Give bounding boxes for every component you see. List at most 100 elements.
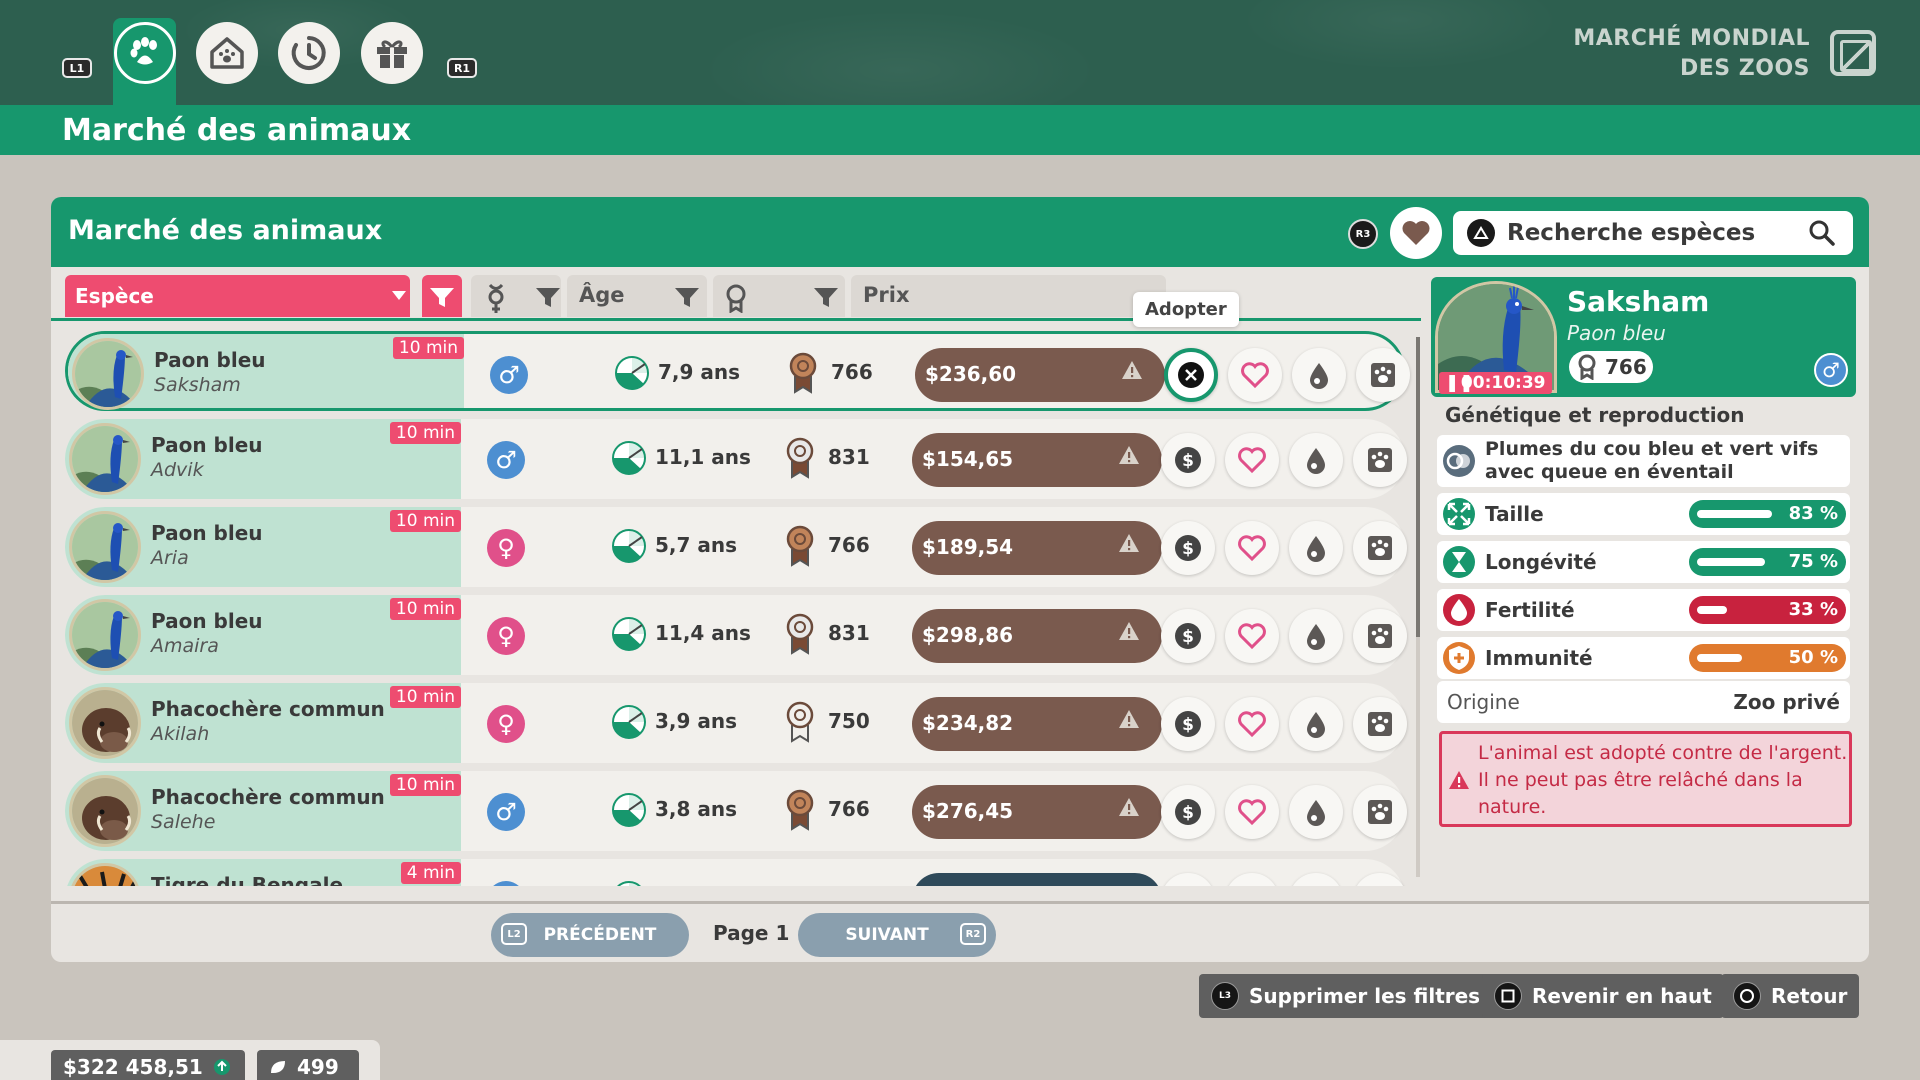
row-species: Paon bleu: [151, 433, 263, 457]
favorite-button[interactable]: [1225, 521, 1279, 575]
circle-button-icon: [1733, 982, 1761, 1010]
profile-button[interactable]: [1353, 521, 1407, 575]
search-placeholder: Recherche espèces: [1507, 220, 1756, 246]
back-to-top-button[interactable]: Revenir en haut: [1482, 974, 1724, 1018]
species-column-dropdown[interactable]: Espèce: [65, 275, 410, 317]
adopt-button[interactable]: [1164, 348, 1218, 402]
clear-filters-button[interactable]: L3 Supprimer les filtres: [1199, 974, 1493, 1018]
svg-text:$: $: [1182, 627, 1194, 647]
profile-button[interactable]: [1356, 348, 1410, 402]
age-filter-icon[interactable]: [674, 286, 700, 308]
breeding-button[interactable]: [1289, 785, 1343, 839]
back-button[interactable]: Retour: [1721, 974, 1860, 1018]
sex-column-header[interactable]: [471, 275, 561, 317]
profile-button[interactable]: [1353, 433, 1407, 487]
dollar-icon: $: [1175, 535, 1201, 561]
fertility-drop-icon: [1307, 448, 1325, 474]
list-scrollbar-thumb[interactable]: [1416, 337, 1420, 637]
reputation-column-header[interactable]: [713, 275, 845, 317]
reputation-filter-icon[interactable]: [813, 286, 839, 308]
favorite-button[interactable]: [1225, 697, 1279, 751]
detail-reputation-value: 766: [1605, 355, 1647, 379]
l1-button-hint[interactable]: L1: [62, 58, 92, 78]
profile-button[interactable]: [1353, 785, 1407, 839]
reputation-icon-wrap: [785, 789, 815, 835]
table-row[interactable]: Tigre du Bengale 4 min ♂ $: [65, 859, 1407, 886]
breeding-button[interactable]: [1289, 697, 1343, 751]
market-panel: Marché des animaux R3 Recherche espèces …: [51, 197, 1869, 962]
adopt-button[interactable]: $: [1161, 609, 1215, 663]
favorite-button[interactable]: [1225, 609, 1279, 663]
tab-rewards[interactable]: [361, 22, 423, 84]
tab-animal-market[interactable]: [114, 22, 176, 84]
stat-bar: 83 %: [1689, 500, 1846, 528]
stat-bar: 75 %: [1689, 548, 1846, 576]
species-filter-button[interactable]: [422, 275, 462, 317]
profile-button[interactable]: [1353, 697, 1407, 751]
favorite-button[interactable]: [1228, 348, 1282, 402]
previous-page-button[interactable]: L2 PRÉCÉDENT: [491, 913, 689, 957]
breeding-button[interactable]: [1289, 433, 1343, 487]
fertility-drop-icon: [1310, 363, 1328, 389]
page-title: Marché des animaux: [62, 113, 412, 148]
reputation-icon-wrap: [788, 352, 818, 398]
favorite-button[interactable]: [1225, 785, 1279, 839]
brand-line-1: MARCHÉ MONDIAL: [1573, 26, 1810, 51]
profile-button[interactable]: [1353, 873, 1407, 886]
stat-bar-fill: [1697, 654, 1742, 662]
row-animal-name: Salehe: [151, 811, 216, 833]
adoption-warning: L'animal est adopté contre de l'argent. …: [1439, 731, 1852, 827]
dollar-icon: $: [1173, 885, 1203, 886]
adopt-button[interactable]: $: [1161, 785, 1215, 839]
adopt-button[interactable]: $: [1161, 873, 1215, 886]
table-row[interactable]: Phacochère commun Akilah 10 min ♀ 3,9 ans 750…: [65, 683, 1407, 763]
species-cell: Paon bleu Saksham 10 min: [68, 334, 464, 410]
table-row[interactable]: Paon bleu Advik 10 min ♂ 11,1 ans 831 $154,65 $: [65, 419, 1407, 499]
r1-button-hint[interactable]: R1: [447, 58, 477, 78]
price-column-header[interactable]: Prix: [851, 275, 1166, 317]
age-column-label: Âge: [579, 283, 625, 307]
breeding-button[interactable]: [1292, 348, 1346, 402]
table-row[interactable]: Paon bleu Aria 10 min ♀ 5,7 ans 766 $189,54 $: [65, 507, 1407, 587]
profile-button[interactable]: [1353, 609, 1407, 663]
breeding-button[interactable]: [1289, 873, 1343, 886]
stat-row: Fertilité 33 %: [1437, 589, 1850, 631]
adopt-button[interactable]: $: [1161, 521, 1215, 575]
favorite-button[interactable]: [1225, 873, 1279, 886]
row-animal-name: Aria: [151, 547, 189, 569]
row-species: Tigre du Bengale: [151, 873, 344, 886]
table-row[interactable]: Paon bleu Saksham 10 min ♂ 7,9 ans 766 $236,60: [65, 331, 1410, 411]
sex-filter-icon[interactable]: [535, 286, 561, 308]
table-row[interactable]: Phacochère commun Salehe 10 min ♂ 3,8 ans 766…: [65, 771, 1407, 851]
age-chart-icon: [615, 356, 649, 390]
favorite-button[interactable]: [1225, 433, 1279, 487]
favorites-filter-button[interactable]: [1390, 207, 1442, 259]
animal-avatar: [69, 863, 141, 886]
tab-zoo-animals[interactable]: [196, 22, 258, 84]
warning-icon: [1119, 622, 1139, 640]
row-species: Phacochère commun: [151, 697, 385, 721]
dollar-icon: $: [1175, 447, 1201, 473]
warning-icon: [1119, 710, 1139, 728]
warning-icon-wrap: [1118, 621, 1140, 645]
adopt-button[interactable]: $: [1161, 697, 1215, 751]
row-species: Paon bleu: [151, 609, 263, 633]
adopt-button[interactable]: $: [1161, 433, 1215, 487]
species-column-label: Espèce: [75, 284, 154, 308]
age-column-header[interactable]: Âge: [567, 275, 707, 317]
search-icon: [1809, 220, 1835, 246]
row-species: Paon bleu: [154, 348, 266, 372]
gift-icon: [377, 40, 407, 68]
next-page-button[interactable]: SUIVANT R2: [798, 913, 996, 957]
row-price-value: $234,82: [922, 711, 1014, 735]
breeding-button[interactable]: [1289, 609, 1343, 663]
breeding-button[interactable]: [1289, 521, 1343, 575]
species-cell: Phacochère commun Akilah 10 min: [65, 683, 461, 763]
warning-icon: [1119, 446, 1139, 464]
table-row[interactable]: Paon bleu Amaira 10 min ♀ 11,4 ans 831 $298,86…: [65, 595, 1407, 675]
heart-outline-icon: [1238, 623, 1266, 650]
paw-icon: [130, 37, 157, 65]
age-chart-icon: [612, 793, 646, 827]
tab-history[interactable]: [278, 22, 340, 84]
species-search-input[interactable]: Recherche espèces: [1453, 211, 1853, 255]
